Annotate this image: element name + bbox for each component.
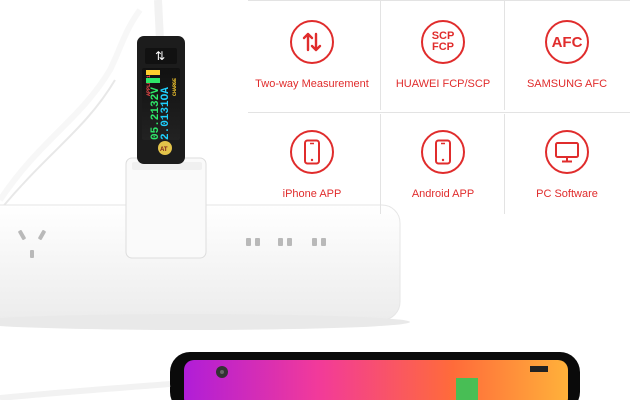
product-scene: ⇅ 05.2132V 2.0131OA CHARGE APPLE 1A AT T… [0, 0, 630, 400]
svg-text:APPLE 1A: APPLE 1A [146, 72, 152, 96]
svg-text:2.0131OA: 2.0131OA [160, 87, 172, 140]
feature-huawei-fcp-scp: SCP FCP HUAWEI FCP/SCP [381, 20, 505, 90]
svg-text:CHARGE: CHARGE [172, 78, 178, 96]
monitor-icon [545, 130, 589, 174]
feature-label: HUAWEI FCP/SCP [395, 78, 491, 90]
feature-iphone-app: iPhone APP [250, 130, 374, 200]
smartphone-icon [421, 130, 465, 174]
feature-label: Android APP [411, 188, 475, 200]
feature-two-way-measurement: Two-way Measurement [250, 20, 374, 90]
smartphone-icon [290, 130, 334, 174]
svg-text:⇅: ⇅ [155, 49, 165, 63]
svg-text:AT: AT [160, 147, 168, 153]
afc-icon: AFC [545, 20, 589, 64]
icon-text-afc: AFC [551, 33, 583, 51]
feature-label: SAMSUNG AFC [526, 78, 608, 90]
two-way-arrows-icon [290, 20, 334, 64]
feature-label: iPhone APP [282, 188, 342, 200]
grid-divider [248, 0, 630, 1]
feature-label: PC Software [536, 188, 598, 200]
feature-android-app: Android APP [381, 130, 505, 200]
feature-samsung-afc: AFC SAMSUNG AFC [505, 20, 629, 90]
icon-text-fcp: FCP [432, 41, 454, 53]
feature-label: Two-way Measurement [255, 78, 369, 90]
feature-pc-software: PC Software [505, 130, 629, 200]
scp-fcp-icon: SCP FCP [421, 20, 465, 64]
grid-divider [248, 112, 630, 113]
